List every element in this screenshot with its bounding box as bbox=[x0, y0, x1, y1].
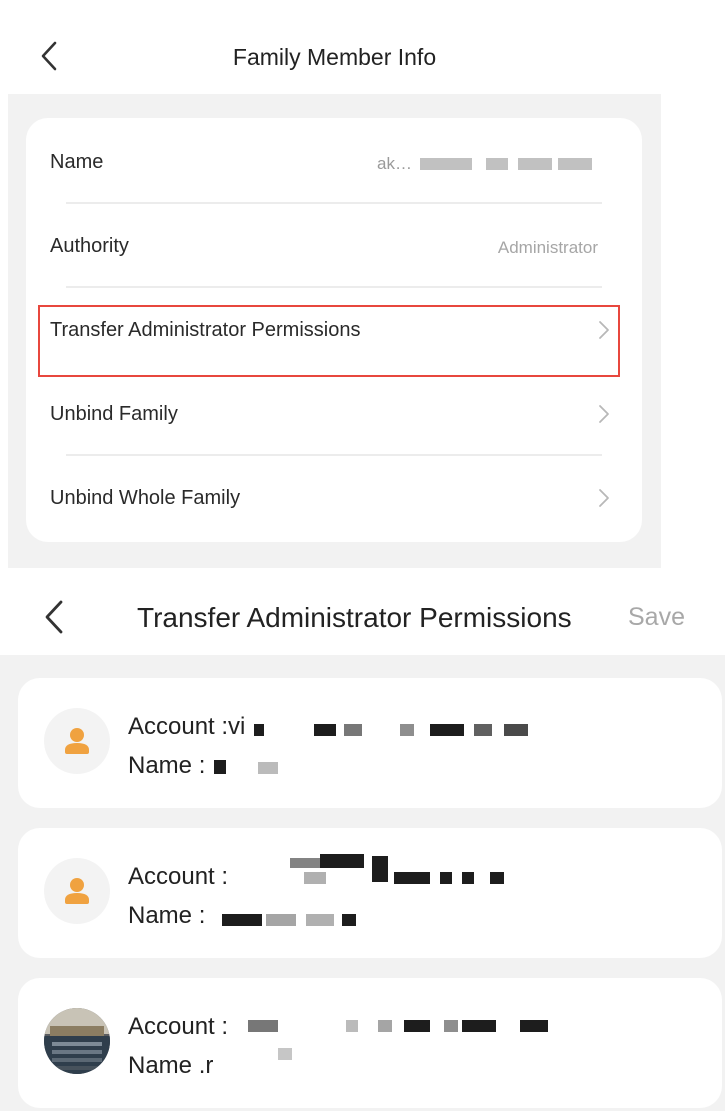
page-title: Transfer Administrator Permissions bbox=[137, 602, 572, 633]
person-icon bbox=[65, 878, 89, 904]
name-row: Name ak… bbox=[26, 118, 642, 202]
authority-value: Administrator bbox=[497, 238, 598, 257]
name-value-redacted bbox=[214, 760, 294, 774]
photo-avatar-icon bbox=[44, 1008, 110, 1074]
avatar bbox=[44, 708, 110, 774]
transfer-permissions-screen: Transfer Administrator Permissions Save … bbox=[0, 568, 725, 1111]
name-value: ak… bbox=[377, 154, 412, 173]
page-title: Family Member Info bbox=[232, 44, 437, 70]
name-label: Name .r bbox=[128, 1052, 214, 1079]
name-value-redacted bbox=[218, 912, 388, 926]
header-bar: Family Member Info bbox=[8, 8, 661, 94]
avatar bbox=[44, 858, 110, 924]
back-arrow-icon[interactable] bbox=[44, 600, 64, 634]
unbind-whole-family-label: Unbind Whole Family bbox=[50, 487, 241, 509]
chevron-right-icon bbox=[598, 488, 610, 513]
account-value-redacted bbox=[248, 1018, 578, 1032]
account-list-item[interactable]: Account :vi Name : bbox=[18, 678, 722, 808]
header-bar: Transfer Administrator Permissions Save bbox=[0, 568, 725, 655]
account-list-item[interactable]: Account : Name .r bbox=[18, 978, 722, 1108]
unbind-family-row[interactable]: Unbind Family bbox=[26, 370, 642, 454]
chevron-right-icon bbox=[598, 404, 610, 429]
name-label: Name bbox=[50, 151, 104, 173]
account-label: Account : bbox=[128, 1013, 229, 1040]
authority-label: Authority bbox=[50, 235, 129, 257]
name-label: Name : bbox=[128, 752, 206, 779]
highlight-box bbox=[38, 305, 620, 377]
save-button[interactable]: Save bbox=[628, 603, 685, 632]
unbind-whole-family-row[interactable]: Unbind Whole Family bbox=[26, 454, 642, 538]
account-label: Account : bbox=[128, 863, 229, 890]
avatar bbox=[44, 1008, 110, 1074]
family-member-info-screen: Family Member Info Name ak… Authority Ad… bbox=[8, 8, 661, 568]
authority-row: Authority Administrator bbox=[26, 202, 642, 286]
name-value-redacted bbox=[278, 1048, 298, 1062]
account-label: Account :vi bbox=[128, 713, 246, 740]
account-value-redacted bbox=[254, 722, 584, 736]
person-icon bbox=[65, 728, 89, 754]
unbind-family-label: Unbind Family bbox=[50, 403, 178, 425]
account-value-redacted bbox=[264, 854, 524, 884]
account-list-item[interactable]: Account : Name : bbox=[18, 828, 722, 958]
name-value-redacted bbox=[416, 158, 592, 172]
name-label: Name : bbox=[128, 902, 206, 929]
